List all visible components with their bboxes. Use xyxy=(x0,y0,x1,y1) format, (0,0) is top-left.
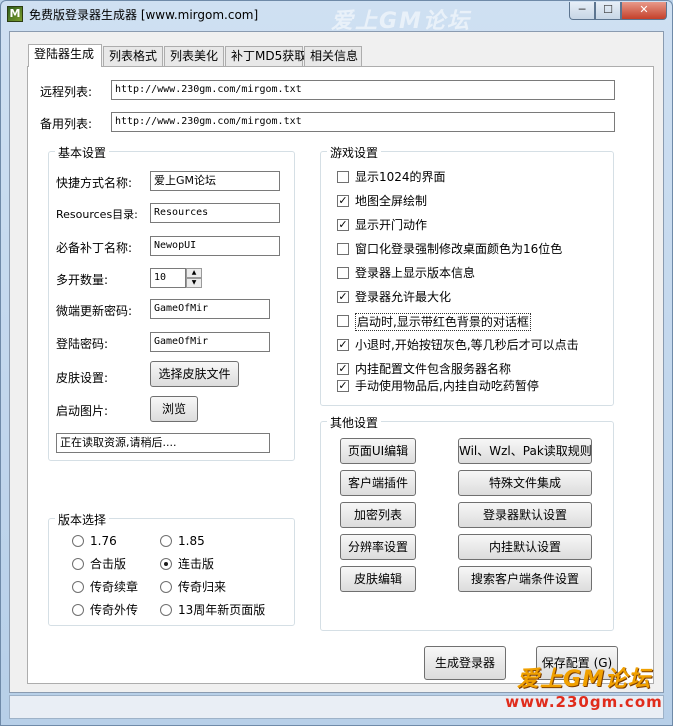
tab-panel-generate: 远程列表: http://www.230gm.com/mirgom.txt 备用… xyxy=(27,66,654,684)
tab-list-format[interactable]: 列表格式 xyxy=(103,46,163,66)
minimize-button[interactable]: ─ xyxy=(569,2,595,20)
title-bar[interactable]: M 免费版登录器生成器 [www.mirgom.com] 爱上GM论坛 ─ ☐ … xyxy=(1,1,672,34)
patch-name-input[interactable]: NewopUI xyxy=(150,236,280,256)
resources-dir-input[interactable]: Resources xyxy=(150,203,280,223)
login-password-input[interactable]: GameOfMir xyxy=(150,332,270,352)
radio-icon xyxy=(72,581,84,593)
resolution-button[interactable]: 分辨率设置 xyxy=(340,534,416,560)
launcher-defaults-button[interactable]: 登录器默认设置 xyxy=(458,502,592,528)
client-area: 登陆器生成 列表格式 列表美化 补丁MD5获取 相关信息 远程列表: http:… xyxy=(9,31,664,693)
maximize-button[interactable]: ☐ xyxy=(595,2,621,20)
checkbox-checked-icon: ✓ xyxy=(337,290,349,303)
basic-settings-group: 基本设置 快捷方式名称: 爱上GM论坛 Resources目录: Resourc… xyxy=(48,144,295,461)
game-settings-title: 游戏设置 xyxy=(327,144,382,161)
shortcut-name-input[interactable]: 爱上GM论坛 xyxy=(150,171,280,191)
backup-list-label: 备用列表: xyxy=(40,117,93,131)
patch-name-label: 必备补丁名称: xyxy=(56,241,133,255)
search-client-button[interactable]: 搜索客户端条件设置 xyxy=(458,566,592,592)
remote-list-label: 远程列表: xyxy=(40,85,93,99)
checkbox-checked-icon: ✓ xyxy=(337,218,349,231)
version-title: 版本选择 xyxy=(55,511,110,528)
shortcut-name-label: 快捷方式名称: xyxy=(56,176,133,190)
radio-icon xyxy=(160,604,172,616)
tab-about[interactable]: 相关信息 xyxy=(304,46,362,66)
other-settings-title: 其他设置 xyxy=(327,414,382,431)
radio-icon xyxy=(72,535,84,547)
other-settings-group: 其他设置 页面UI编辑 Wil、Wzl、Pak读取规则 客户端插件 特殊文件集成… xyxy=(320,414,614,631)
chevron-down-icon[interactable]: ▼ xyxy=(186,278,202,288)
plugin-defaults-button[interactable]: 内挂默认设置 xyxy=(458,534,592,560)
radio-icon xyxy=(160,581,172,593)
client-plugin-button[interactable]: 客户端插件 xyxy=(340,470,416,496)
tab-launcher-generate[interactable]: 登陆器生成 xyxy=(28,44,102,67)
watermark-url: www.230gm.com xyxy=(505,693,663,711)
login-password-label: 登陆密码: xyxy=(56,337,109,351)
radio-icon xyxy=(160,535,172,547)
radio-icon xyxy=(72,558,84,570)
tab-patch-md5[interactable]: 补丁MD5获取 xyxy=(225,46,306,66)
tab-list-beautify[interactable]: 列表美化 xyxy=(164,46,224,66)
checkbox-icon xyxy=(337,243,349,255)
checkbox-checked-icon: ✓ xyxy=(337,379,349,392)
site-watermark: 爱上GM论坛 www.230gm.com xyxy=(499,661,669,711)
app-icon: M xyxy=(7,6,23,22)
skin-edit-button[interactable]: 皮肤编辑 xyxy=(340,566,416,592)
special-files-button[interactable]: 特殊文件集成 xyxy=(458,470,592,496)
version-group: 版本选择 1.76 1.85 合击版 连击版 传奇续章 传奇归来 传奇外传 13… xyxy=(48,511,295,626)
splash-image-label: 启动图片: xyxy=(56,404,109,418)
browse-button[interactable]: 浏览 xyxy=(150,396,198,422)
remote-list-input[interactable]: http://www.230gm.com/mirgom.txt xyxy=(111,80,615,100)
resources-dir-label: Resources目录: xyxy=(56,208,138,221)
status-text-field: 正在读取资源,请稍后.... xyxy=(56,433,270,453)
window-title: 免费版登录器生成器 [www.mirgom.com] xyxy=(29,8,259,22)
app-window: M 免费版登录器生成器 [www.mirgom.com] 爱上GM论坛 ─ ☐ … xyxy=(0,0,673,726)
watermark-title: 爱上GM论坛 xyxy=(517,667,651,692)
chevron-up-icon[interactable]: ▲ xyxy=(186,268,202,278)
radio-selected-icon xyxy=(160,558,172,570)
checkbox-checked-icon: ✓ xyxy=(337,194,349,207)
read-rules-button[interactable]: Wil、Wzl、Pak读取规则 xyxy=(458,438,592,464)
game-settings-group: 游戏设置 显示1024的界面 ✓ 地图全屏绘制 ✓ 显示开门动作 窗口化登录强制修改… xyxy=(320,144,614,406)
update-password-input[interactable]: GameOfMir xyxy=(150,299,270,319)
backup-list-input[interactable]: http://www.230gm.com/mirgom.txt xyxy=(111,112,615,132)
ui-edit-button[interactable]: 页面UI编辑 xyxy=(340,438,416,464)
encrypt-list-button[interactable]: 加密列表 xyxy=(340,502,416,528)
multi-count-label: 多开数量: xyxy=(56,273,109,287)
multi-count-input[interactable]: 10 xyxy=(150,268,186,288)
checkbox-icon xyxy=(337,267,349,279)
skin-settings-label: 皮肤设置: xyxy=(56,371,109,385)
checkbox-icon xyxy=(337,315,349,327)
checkbox-checked-icon: ✓ xyxy=(337,362,349,375)
basic-settings-title: 基本设置 xyxy=(55,144,110,161)
select-skin-button[interactable]: 选择皮肤文件 xyxy=(150,361,239,387)
multi-count-stepper[interactable]: ▲ ▼ xyxy=(186,268,202,288)
checkbox-checked-icon: ✓ xyxy=(337,338,349,351)
generate-launcher-button[interactable]: 生成登录器 xyxy=(424,646,506,680)
update-password-label: 微端更新密码: xyxy=(56,304,133,318)
radio-icon xyxy=(72,604,84,616)
checkbox-icon xyxy=(337,171,349,183)
close-button[interactable]: ✕ xyxy=(621,2,667,20)
